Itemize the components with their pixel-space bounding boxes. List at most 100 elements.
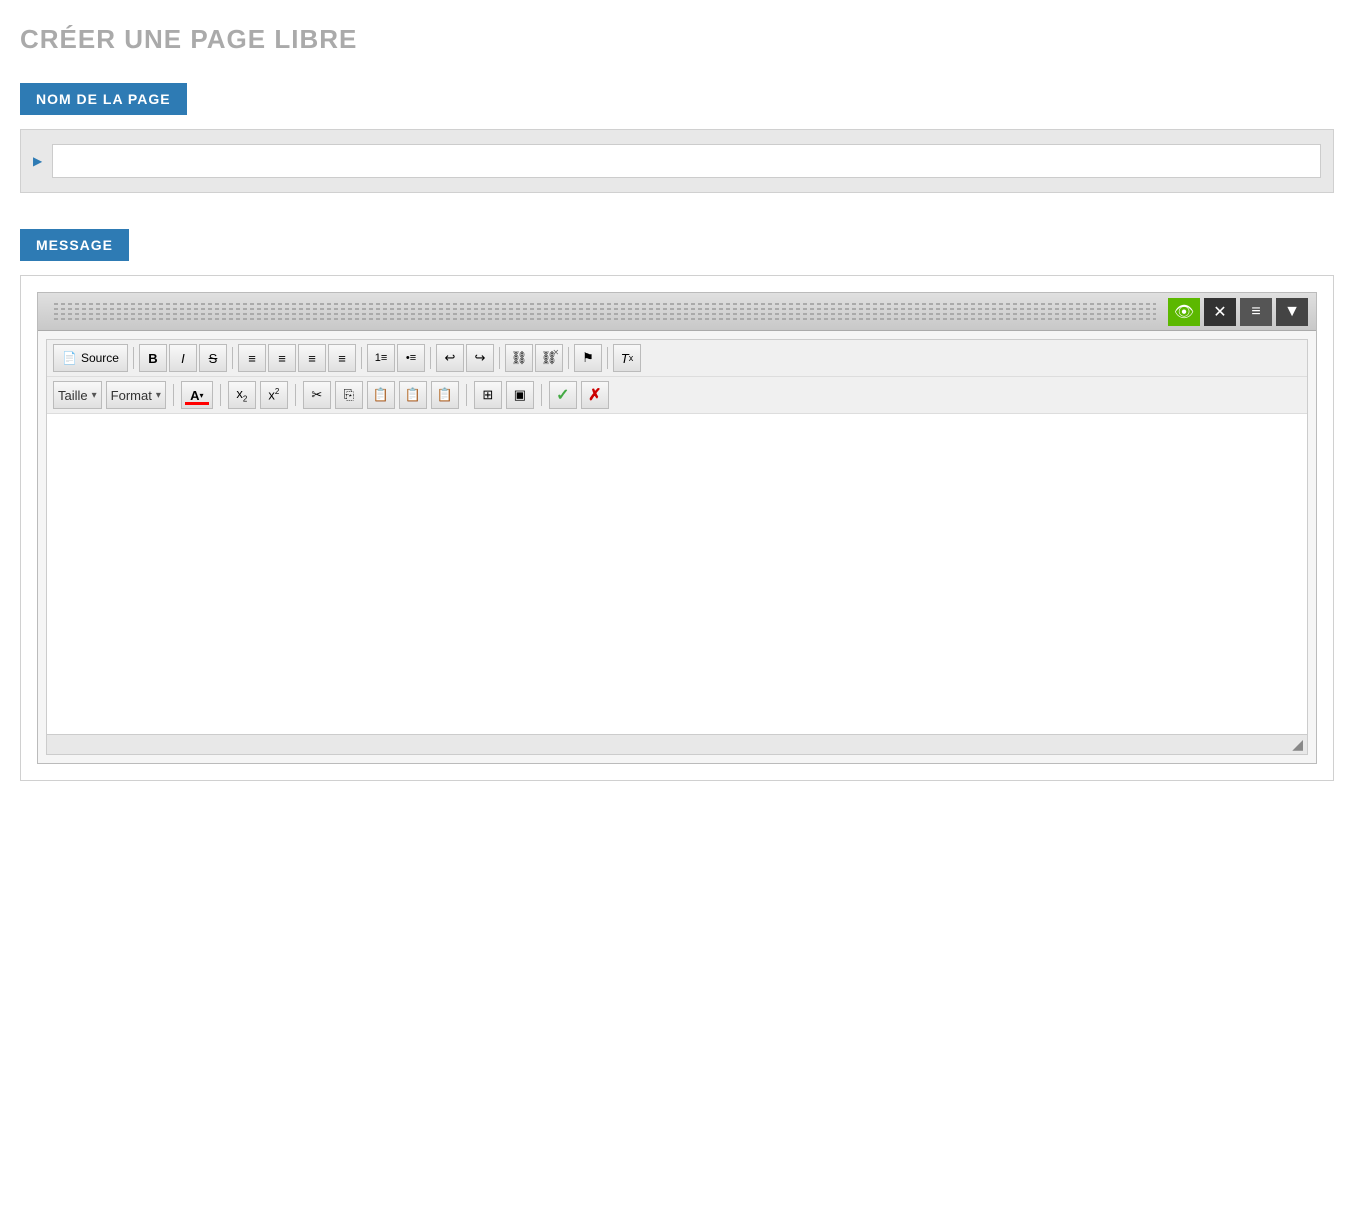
confirm-button[interactable]: ✓ xyxy=(549,381,577,409)
align-right-button[interactable]: ≡ xyxy=(298,344,326,372)
bold-icon: B xyxy=(148,351,157,366)
editor-inner: 📄 Source B I S ≡ xyxy=(46,339,1308,755)
editor-resize-bar: ◢ xyxy=(47,734,1307,754)
resize-handle-icon[interactable]: ◢ xyxy=(1292,736,1303,753)
paste-text-button[interactable]: 📋 xyxy=(399,381,427,409)
align-left-button[interactable]: ≡ xyxy=(238,344,266,372)
divider4 xyxy=(430,347,431,369)
clear-format-button[interactable]: Tx xyxy=(613,344,641,372)
strikethrough-icon: S xyxy=(209,351,218,366)
editor-content-area[interactable] xyxy=(47,414,1307,734)
cut-button[interactable]: ✂ xyxy=(303,381,331,409)
align-center-button[interactable]: ≡ xyxy=(268,344,296,372)
divider12 xyxy=(541,384,542,406)
flag-button[interactable]: ⚑ xyxy=(574,344,602,372)
paste-word-icon: 📋 xyxy=(437,387,453,403)
flag-icon: ⚑ xyxy=(582,350,594,366)
redo-button[interactable]: ↪ xyxy=(466,344,494,372)
close-icon: ✕ xyxy=(1213,302,1226,322)
color-dropdown-icon: ▾ xyxy=(200,391,204,400)
copy-button[interactable]: ⎘ xyxy=(335,381,363,409)
undo-button[interactable]: ↩ xyxy=(436,344,464,372)
subscript-icon: x2 xyxy=(236,386,247,404)
check-icon: ✓ xyxy=(556,385,569,405)
unlink-button[interactable]: ⛓✕ xyxy=(535,344,563,372)
link-icon: ⛓ xyxy=(511,350,528,366)
preview-button[interactable]: 👁 xyxy=(1168,298,1200,326)
special-icon: ▣ xyxy=(514,387,526,403)
align-justify-icon: ≡ xyxy=(338,351,346,366)
divider6 xyxy=(568,347,569,369)
color-bar xyxy=(185,402,209,405)
size-select[interactable]: Taille ▾ xyxy=(53,381,102,409)
toolbar-row1: 📄 Source B I S ≡ xyxy=(47,340,1307,377)
divider1 xyxy=(133,347,134,369)
divider10 xyxy=(295,384,296,406)
divider11 xyxy=(466,384,467,406)
source-icon: 📄 xyxy=(62,351,77,365)
message-section-label: MESSAGE xyxy=(20,229,129,261)
italic-button[interactable]: I xyxy=(169,344,197,372)
unordered-list-button[interactable]: •≡ xyxy=(397,344,425,372)
size-dropdown-arrow: ▾ xyxy=(92,390,97,401)
cut-icon: ✂ xyxy=(311,387,322,403)
font-color-button[interactable]: A ▾ xyxy=(181,381,213,409)
divider2 xyxy=(232,347,233,369)
menu-button[interactable]: ≡ xyxy=(1240,298,1272,326)
editor-topbar: 👁 ✕ ≡ ▼ xyxy=(38,293,1316,331)
menu-icon: ≡ xyxy=(1251,303,1260,321)
link-button[interactable]: ⛓ xyxy=(505,344,533,372)
italic-icon: I xyxy=(181,351,185,366)
align-justify-button[interactable]: ≡ xyxy=(328,344,356,372)
editor-outer: 👁 ✕ ≡ ▼ 📄 Source xyxy=(20,275,1334,781)
field-arrow-icon: ▶ xyxy=(33,154,42,168)
ordered-list-icon: 1≡ xyxy=(375,352,388,364)
superscript-button[interactable]: x2 xyxy=(260,381,288,409)
divider7 xyxy=(607,347,608,369)
format-select[interactable]: Format ▾ xyxy=(106,381,166,409)
paste-word-button[interactable]: 📋 xyxy=(431,381,459,409)
divider3 xyxy=(361,347,362,369)
message-section: MESSAGE 👁 ✕ ≡ xyxy=(20,229,1334,781)
strikethrough-button[interactable]: S xyxy=(199,344,227,372)
editor-container: 👁 ✕ ≡ ▼ 📄 Source xyxy=(37,292,1317,764)
align-right-icon: ≡ xyxy=(308,351,316,366)
ordered-list-button[interactable]: 1≡ xyxy=(367,344,395,372)
close-button[interactable]: ✕ xyxy=(1204,298,1236,326)
subscript-button[interactable]: x2 xyxy=(228,381,256,409)
redo-icon: ↪ xyxy=(475,350,486,366)
align-center-icon: ≡ xyxy=(278,351,286,366)
paste-text-icon: 📋 xyxy=(405,387,421,403)
divider8 xyxy=(173,384,174,406)
format-select-label: Format xyxy=(111,388,152,403)
down-arrow-icon: ▼ xyxy=(1284,303,1300,321)
divider9 xyxy=(220,384,221,406)
name-field-wrapper: ▶ xyxy=(20,129,1334,193)
nom-section-label: NOM DE LA PAGE xyxy=(20,83,187,115)
table-icon: ⊞ xyxy=(482,387,493,403)
special-button[interactable]: ▣ xyxy=(506,381,534,409)
cancel-icon: ✗ xyxy=(588,385,601,405)
source-label: Source xyxy=(81,351,119,365)
divider5 xyxy=(499,347,500,369)
bold-button[interactable]: B xyxy=(139,344,167,372)
page-title: CRÉER UNE PAGE LIBRE xyxy=(20,24,1334,55)
eye-icon: 👁 xyxy=(1174,302,1194,322)
paste-button[interactable]: 📋 xyxy=(367,381,395,409)
format-dropdown-arrow: ▾ xyxy=(156,390,161,401)
page-name-input[interactable] xyxy=(52,144,1321,178)
cancel-button[interactable]: ✗ xyxy=(581,381,609,409)
clear-format-icon: T xyxy=(621,351,629,366)
nom-section: NOM DE LA PAGE ▶ xyxy=(20,83,1334,193)
source-button[interactable]: 📄 Source xyxy=(53,344,128,372)
toolbar-row2: Taille ▾ Format ▾ A ▾ xyxy=(47,377,1307,414)
unlink-icon: ⛓✕ xyxy=(541,350,558,366)
superscript-icon: x2 xyxy=(268,387,279,402)
table-button[interactable]: ⊞ xyxy=(474,381,502,409)
undo-icon: ↩ xyxy=(445,350,456,366)
font-color-label: A xyxy=(190,388,199,403)
down-button[interactable]: ▼ xyxy=(1276,298,1308,326)
unordered-list-icon: •≡ xyxy=(406,352,416,364)
paste-icon: 📋 xyxy=(373,387,389,403)
align-left-icon: ≡ xyxy=(248,351,256,366)
